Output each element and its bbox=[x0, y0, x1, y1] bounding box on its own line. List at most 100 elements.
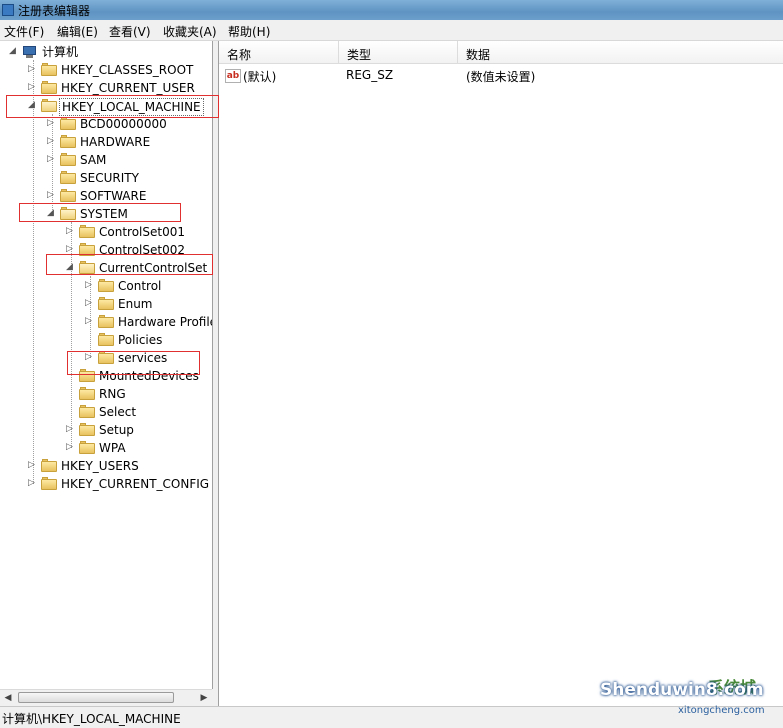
expand-arrow-icon[interactable]: ▷ bbox=[28, 479, 37, 488]
scrollbar-thumb[interactable] bbox=[18, 692, 174, 703]
tree-node-policies[interactable]: Policies bbox=[0, 331, 212, 349]
collapse-arrow-icon[interactable]: ◢ bbox=[28, 101, 37, 110]
tree-node-label: HKEY_LOCAL_MACHINE bbox=[59, 98, 204, 116]
tree-node-hkey-current-user[interactable]: ▷ HKEY_CURRENT_USER bbox=[0, 79, 212, 97]
column-header-label: 数据 bbox=[466, 48, 491, 62]
menu-bar: 文件(F) 编辑(E) 查看(V) 收藏夹(A) 帮助(H) bbox=[0, 20, 783, 41]
value-data: (数值未设置) bbox=[466, 70, 536, 84]
expand-arrow-icon[interactable]: ▷ bbox=[66, 227, 75, 236]
tree-node-mounteddevices[interactable]: MountedDevices bbox=[0, 367, 212, 385]
expand-arrow-icon[interactable]: ▷ bbox=[85, 317, 94, 326]
folder-open-icon bbox=[60, 207, 76, 220]
column-header-label: 名称 bbox=[227, 48, 252, 62]
expand-arrow-icon[interactable]: ▷ bbox=[47, 119, 56, 128]
column-header-data[interactable]: 数据 bbox=[458, 41, 783, 64]
folder-icon bbox=[98, 279, 114, 292]
column-header-label: 类型 bbox=[347, 48, 372, 62]
value-row[interactable]: ab (默认) REG_SZ (数值未设置) bbox=[219, 66, 779, 86]
tree-node-software[interactable]: ▷ SOFTWARE bbox=[0, 187, 212, 205]
watermark-sub: xitongcheng.com bbox=[678, 705, 765, 716]
tree-node-label: Setup bbox=[99, 423, 134, 437]
collapse-arrow-icon[interactable]: ◢ bbox=[66, 263, 75, 272]
tree-node-label: BCD00000000 bbox=[80, 117, 167, 131]
tree-node-label: CurrentControlSet bbox=[99, 261, 208, 275]
tree-node-hardware[interactable]: ▷ HARDWARE bbox=[0, 133, 212, 151]
tree-node-label: MountedDevices bbox=[99, 369, 199, 383]
tree-node-computer[interactable]: ◢ 计算机 bbox=[0, 43, 212, 61]
folder-icon bbox=[60, 117, 76, 130]
computer-icon bbox=[22, 45, 38, 58]
expand-arrow-icon[interactable]: ▷ bbox=[47, 137, 56, 146]
tree-node-bcd00000000[interactable]: ▷ BCD00000000 bbox=[0, 115, 212, 133]
tree-node-services[interactable]: ▷ services bbox=[0, 349, 212, 367]
tree-node-hkey-classes-root[interactable]: ▷ HKEY_CLASSES_ROOT bbox=[0, 61, 212, 79]
tree-node-label: HKEY_CURRENT_USER bbox=[61, 81, 195, 95]
tree-node-label: Control bbox=[118, 279, 162, 293]
tree-node-label: Select bbox=[99, 405, 137, 419]
folder-icon bbox=[98, 333, 114, 346]
folder-open-icon bbox=[79, 261, 95, 274]
folder-icon bbox=[79, 243, 95, 256]
menu-help[interactable]: 帮助(H) bbox=[228, 23, 270, 40]
expand-arrow-icon[interactable]: ▷ bbox=[85, 281, 94, 290]
collapse-arrow-icon[interactable]: ◢ bbox=[9, 47, 18, 56]
menu-favorites[interactable]: 收藏夹(A) bbox=[163, 23, 217, 40]
folder-icon bbox=[98, 315, 114, 328]
expand-arrow-icon[interactable]: ▷ bbox=[47, 191, 56, 200]
tree-node-hkey-current-config[interactable]: ▷ HKEY_CURRENT_CONFIG bbox=[0, 475, 212, 493]
folder-icon bbox=[79, 441, 95, 454]
menu-view[interactable]: 查看(V) bbox=[109, 23, 151, 40]
menu-edit[interactable]: 编辑(E) bbox=[57, 23, 98, 40]
value-list[interactable]: 名称 类型 数据 ab (默认) REG_SZ (数值未设置) bbox=[218, 41, 783, 706]
column-header-name[interactable]: 名称 bbox=[219, 41, 339, 64]
expand-arrow-icon[interactable]: ▷ bbox=[66, 443, 75, 452]
tree-node-controlset001[interactable]: ▷ ControlSet001 bbox=[0, 223, 212, 241]
expand-arrow-icon[interactable]: ▷ bbox=[85, 299, 94, 308]
expand-arrow-icon[interactable]: ▷ bbox=[28, 65, 37, 74]
tree-node-select[interactable]: Select bbox=[0, 403, 212, 421]
tree-node-setup[interactable]: ▷ Setup bbox=[0, 421, 212, 439]
menu-file[interactable]: 文件(F) bbox=[4, 23, 44, 40]
tree-node-label: HKEY_USERS bbox=[61, 459, 139, 473]
window-title: 注册表编辑器 bbox=[18, 4, 91, 18]
expand-arrow-icon[interactable]: ▷ bbox=[66, 245, 75, 254]
watermark-main: Shenduwin8.com bbox=[600, 680, 764, 700]
folder-icon bbox=[60, 189, 76, 202]
value-type: REG_SZ bbox=[346, 68, 394, 82]
tree-node-system[interactable]: ◢ SYSTEM bbox=[0, 205, 212, 223]
scroll-left-icon[interactable]: ◀ bbox=[3, 693, 13, 703]
expand-arrow-icon[interactable]: ▷ bbox=[28, 461, 37, 470]
expand-arrow-icon[interactable]: ▷ bbox=[47, 155, 56, 164]
folder-icon bbox=[41, 63, 57, 76]
expand-arrow-icon[interactable]: ▷ bbox=[28, 83, 37, 92]
folder-icon bbox=[41, 81, 57, 94]
tree-node-label: SECURITY bbox=[80, 171, 139, 185]
scroll-right-icon[interactable]: ▶ bbox=[199, 693, 209, 703]
watermark: 系统城 Shenduwin8.com xitongcheng.com bbox=[600, 672, 780, 722]
tree-node-enum[interactable]: ▷ Enum bbox=[0, 295, 212, 313]
registry-tree[interactable]: ◢ 计算机 ▷ HKEY_CLASSES_ROOT ▷ HKEY_CURRENT… bbox=[0, 41, 213, 689]
column-header-type[interactable]: 类型 bbox=[339, 41, 458, 64]
folder-icon bbox=[60, 153, 76, 166]
folder-icon bbox=[79, 423, 95, 436]
ab-string-icon: ab bbox=[225, 69, 241, 83]
tree-node-label: services bbox=[118, 351, 168, 365]
tree-node-wpa[interactable]: ▷ WPA bbox=[0, 439, 212, 457]
tree-node-currentcontrolset[interactable]: ◢ CurrentControlSet bbox=[0, 259, 212, 277]
folder-open-icon bbox=[41, 99, 57, 112]
tree-node-label: Enum bbox=[118, 297, 153, 311]
tree-node-hkey-users[interactable]: ▷ HKEY_USERS bbox=[0, 457, 212, 475]
tree-node-controlset002[interactable]: ▷ ControlSet002 bbox=[0, 241, 212, 259]
tree-node-sam[interactable]: ▷ SAM bbox=[0, 151, 212, 169]
tree-horizontal-scrollbar[interactable]: ◀ ▶ bbox=[0, 689, 212, 707]
folder-icon bbox=[60, 171, 76, 184]
tree-node-control[interactable]: ▷ Control bbox=[0, 277, 212, 295]
tree-node-hardware-profiles[interactable]: ▷ Hardware Profiles bbox=[0, 313, 212, 331]
collapse-arrow-icon[interactable]: ◢ bbox=[47, 209, 56, 218]
tree-node-label: WPA bbox=[99, 441, 126, 455]
expand-arrow-icon[interactable]: ▷ bbox=[85, 353, 94, 362]
tree-node-rng[interactable]: RNG bbox=[0, 385, 212, 403]
expand-arrow-icon[interactable]: ▷ bbox=[66, 425, 75, 434]
tree-node-hkey-local-machine[interactable]: ◢ HKEY_LOCAL_MACHINE bbox=[0, 97, 212, 116]
tree-node-security[interactable]: SECURITY bbox=[0, 169, 212, 187]
